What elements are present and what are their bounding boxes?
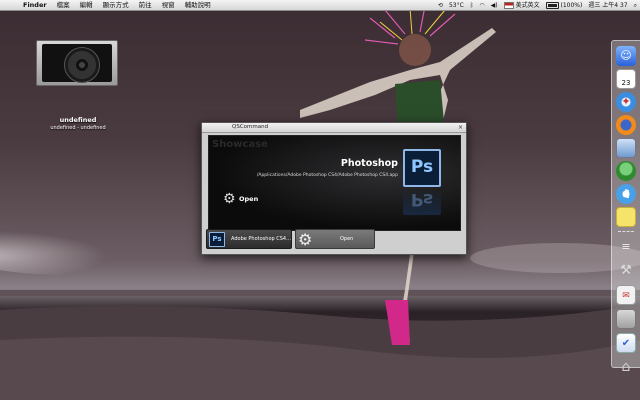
us-flag-icon: [503, 1, 514, 9]
qscommand-window: QSCommand × Showcase Photoshop /Applicat…: [201, 122, 467, 255]
showcase-label: Showcase: [212, 139, 268, 150]
cd-case-tray: [42, 44, 112, 83]
adium-icon[interactable]: [616, 161, 636, 181]
disc-icon: [64, 47, 100, 83]
applications-icon[interactable]: ≡: [616, 237, 636, 257]
itunes-icon[interactable]: ♫: [616, 184, 636, 204]
selected-item-name: Photoshop: [340, 158, 398, 169]
showcase-panel: Showcase Photoshop /Applications/Adobe P…: [208, 135, 461, 231]
menu-window[interactable]: 視窗: [157, 0, 180, 11]
window-title: QSCommand: [232, 124, 269, 130]
volume-icon[interactable]: ◀): [488, 0, 501, 11]
input-method-menu[interactable]: 美式英文: [501, 0, 543, 11]
photoshop-icon: Ps: [209, 232, 225, 247]
gear-icon: ⚙: [298, 230, 313, 249]
object-pane-label: Adobe Photoshop CS4…: [231, 236, 292, 242]
close-icon[interactable]: ×: [458, 124, 463, 131]
menu-help[interactable]: 輔助說明: [180, 0, 216, 11]
menu-finder[interactable]: Finder: [18, 0, 52, 11]
wifi-icon[interactable]: ◠: [476, 0, 487, 11]
dock-separator: [618, 231, 634, 232]
object-pane[interactable]: Ps Adobe Photoshop CS4…: [206, 229, 292, 249]
calendar-icon[interactable]: 23: [616, 69, 636, 89]
menu-file[interactable]: 檔案: [52, 0, 75, 11]
battery-menu[interactable]: (100%): [543, 0, 586, 11]
time-machine-icon[interactable]: ⟲: [435, 0, 446, 11]
trash-icon[interactable]: ⌂: [616, 357, 636, 377]
action-name: Open: [239, 195, 259, 203]
preview-icon[interactable]: [616, 138, 636, 158]
safari-icon[interactable]: ✦: [616, 92, 636, 112]
selected-item-path: /Applications/Adobe Photoshop CS4/Adobe …: [256, 173, 398, 178]
finder-icon[interactable]: ☺: [616, 46, 636, 66]
stickies-icon[interactable]: [616, 207, 636, 227]
action-pane[interactable]: ⚙ Open: [295, 229, 375, 249]
window-titlebar[interactable]: QSCommand ×: [202, 123, 466, 133]
calendar-date: 23: [621, 79, 631, 87]
pages-icon[interactable]: ✔: [616, 333, 636, 353]
menu-bar: Finder 檔案 編輯 顯示方式 前往 視窗 輔助說明 ⟲ 53°C ᛒ ◠ …: [0, 0, 640, 11]
temperature-readout[interactable]: 53°C: [446, 0, 467, 11]
battery-percent: (100%): [560, 1, 583, 9]
photos-icon[interactable]: [616, 309, 636, 329]
menu-clock[interactable]: 週三 上午4 37: [585, 0, 630, 11]
photoshop-icon-reflection: Ps: [403, 189, 441, 215]
dock: ☺ 23 ✦ ♫ ≡ ⚒ ✉ ✔ ⌂: [611, 40, 640, 375]
action-pane-label: Open: [340, 236, 354, 242]
battery-icon: [545, 1, 559, 9]
gear-icon: ⚙: [223, 191, 236, 207]
photoshop-icon: Ps: [403, 149, 441, 187]
bluetooth-icon[interactable]: ᛒ: [467, 0, 477, 11]
spotlight-icon[interactable]: ⌕: [631, 0, 640, 11]
cd-disk-icon[interactable]: [36, 40, 118, 86]
firefox-icon[interactable]: [616, 115, 636, 135]
disk-label[interactable]: undefined: [28, 116, 128, 124]
input-method-label: 美式英文: [515, 1, 540, 9]
menu-view[interactable]: 顯示方式: [98, 0, 134, 11]
menu-go[interactable]: 前往: [134, 0, 157, 11]
disk-sublabel: undefined - undefined: [50, 125, 106, 131]
mail-icon[interactable]: ✉: [616, 285, 636, 305]
menu-edit[interactable]: 編輯: [75, 0, 98, 11]
utilities-icon[interactable]: ⚒: [616, 261, 636, 281]
